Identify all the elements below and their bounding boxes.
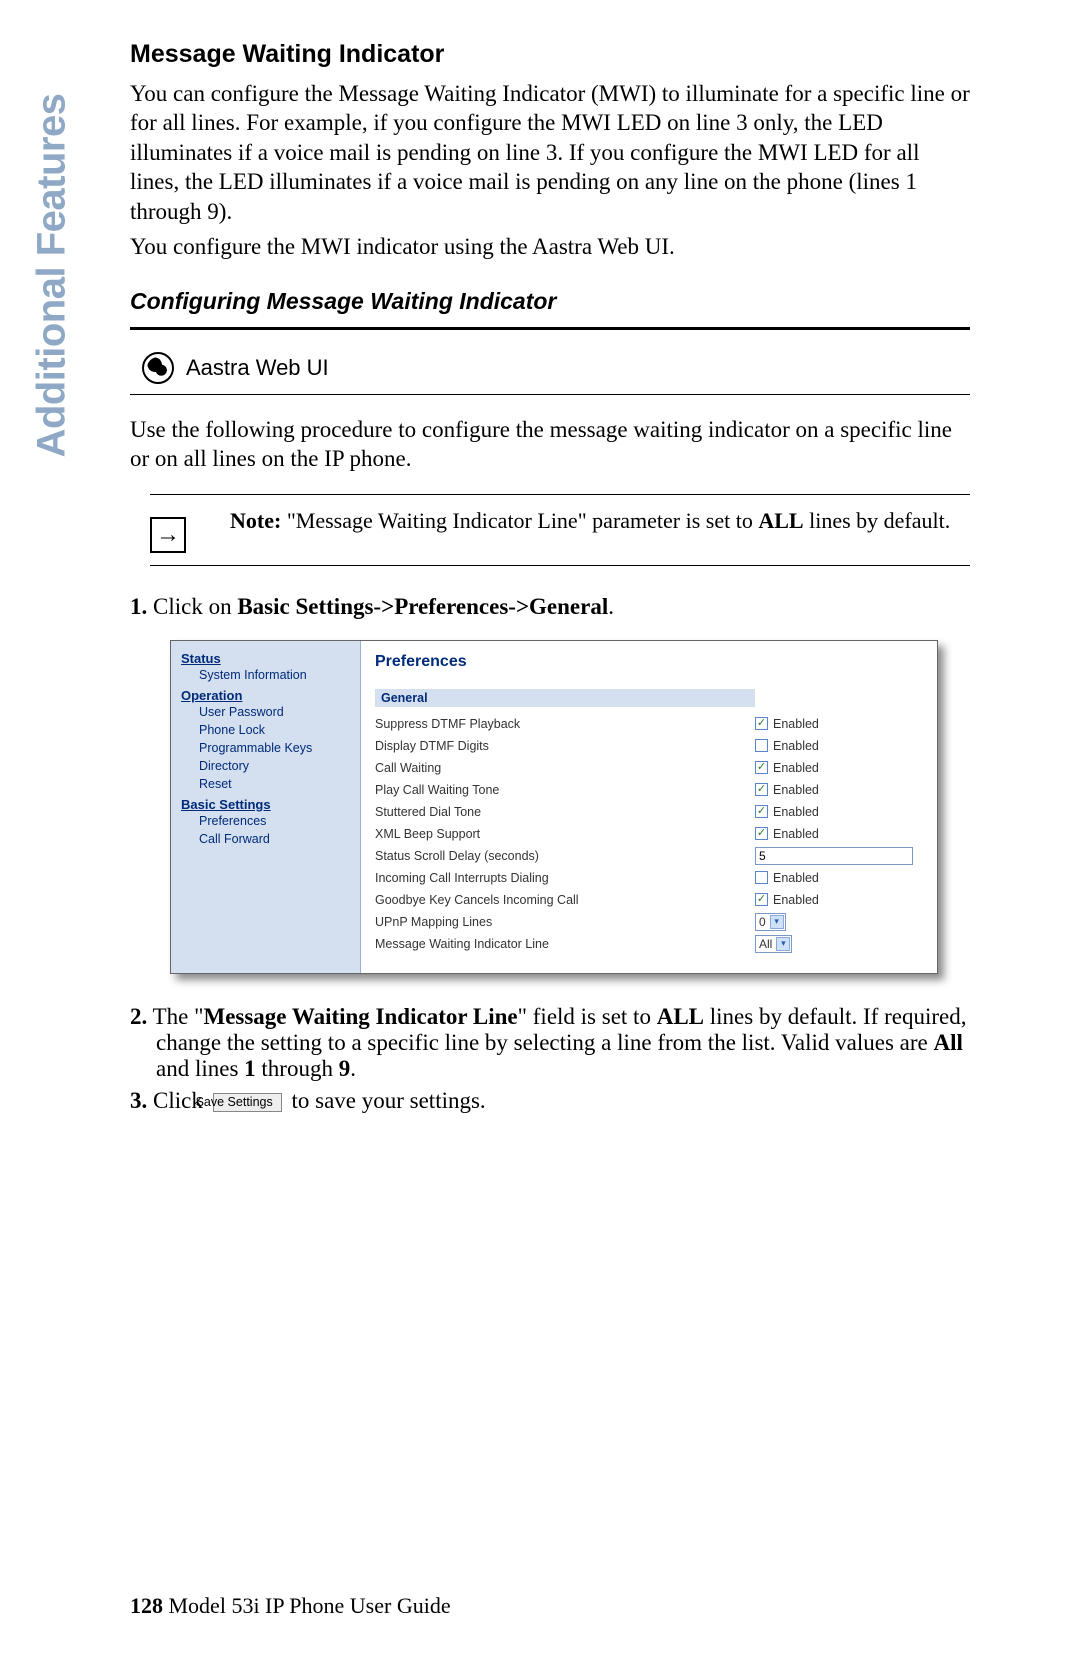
nav-item[interactable]: Programmable Keys: [181, 739, 354, 757]
chevron-down-icon: ▾: [770, 915, 784, 929]
select[interactable]: 0▾: [755, 913, 786, 931]
note-bold: ALL: [758, 508, 803, 533]
checkbox-label: Enabled: [773, 827, 819, 841]
checkbox[interactable]: ✓: [755, 717, 768, 730]
step-3: 3. Click Save Settings to save your sett…: [130, 1088, 970, 1114]
sub-heading: Configuring Message Waiting Indicator: [130, 288, 970, 315]
side-tab-label: Additional Features: [30, 93, 75, 457]
note-block: → Note: "Message Waiting Indicator Line"…: [150, 494, 970, 566]
pref-label: Incoming Call Interrupts Dialing: [375, 871, 755, 885]
nav-item[interactable]: Directory: [181, 757, 354, 775]
note-label: Note:: [230, 508, 281, 533]
nav-item[interactable]: Reset: [181, 775, 354, 793]
webui-row: Aastra Web UI: [130, 348, 970, 394]
chevron-down-icon: ▾: [776, 937, 790, 951]
nav-head-operation[interactable]: Operation: [181, 688, 354, 703]
pref-row: XML Beep Support✓ Enabled: [375, 823, 927, 845]
checkbox-label: Enabled: [773, 805, 819, 819]
pref-row: Display DTMF Digits Enabled: [375, 735, 927, 757]
footer: 128 Model 53i IP Phone User Guide: [130, 1593, 451, 1619]
pref-row: Stuttered Dial Tone✓ Enabled: [375, 801, 927, 823]
section-heading: Message Waiting Indicator: [130, 40, 970, 69]
note-after: lines by default.: [804, 508, 951, 533]
pref-label: Message Waiting Indicator Line: [375, 937, 755, 951]
pref-label: Goodbye Key Cancels Incoming Call: [375, 893, 755, 907]
side-tab: Additional Features: [22, 30, 82, 520]
pref-row: Play Call Waiting Tone✓ Enabled: [375, 779, 927, 801]
pref-row: Incoming Call Interrupts Dialing Enabled: [375, 867, 927, 889]
preferences-title: Preferences: [375, 653, 927, 671]
pref-label: Suppress DTMF Playback: [375, 717, 755, 731]
checkbox-label: Enabled: [773, 871, 819, 885]
save-settings-button[interactable]: Save Settings: [213, 1093, 282, 1112]
group-header: General: [375, 689, 755, 707]
pref-label: XML Beep Support: [375, 827, 755, 841]
nav-item[interactable]: Phone Lock: [181, 721, 354, 739]
pref-row: Goodbye Key Cancels Incoming Call✓ Enable…: [375, 889, 927, 911]
pref-row: Suppress DTMF Playback✓ Enabled: [375, 713, 927, 735]
nav-head-basic[interactable]: Basic Settings: [181, 797, 354, 812]
checkbox[interactable]: ✓: [755, 761, 768, 774]
paragraph-1: You can configure the Message Waiting In…: [130, 79, 970, 226]
checkbox[interactable]: [755, 871, 768, 884]
checkbox-label: Enabled: [773, 761, 819, 775]
preferences-screenshot: Status System Information Operation User…: [170, 640, 938, 974]
note-before: "Message Waiting Indicator Line" paramet…: [281, 508, 758, 533]
nav-head-status[interactable]: Status: [181, 651, 354, 666]
nav-item[interactable]: Preferences: [181, 812, 354, 830]
webui-label: Aastra Web UI: [186, 355, 329, 381]
checkbox-label: Enabled: [773, 893, 819, 907]
page-number: 128: [130, 1593, 163, 1618]
checkbox[interactable]: ✓: [755, 827, 768, 840]
checkbox-label: Enabled: [773, 739, 819, 753]
select[interactable]: All▾: [755, 935, 792, 953]
checkbox[interactable]: ✓: [755, 783, 768, 796]
nav-sidebar: Status System Information Operation User…: [171, 641, 361, 973]
checkbox[interactable]: [755, 739, 768, 752]
step-2: 2. The "Message Waiting Indicator Line" …: [130, 1004, 970, 1082]
step-1: 1. Click on Basic Settings->Preferences-…: [130, 594, 970, 620]
pref-row: Status Scroll Delay (seconds): [375, 845, 927, 867]
paragraph-2: You configure the MWI indicator using th…: [130, 232, 970, 261]
nav-item[interactable]: System Information: [181, 666, 354, 684]
pref-row: Call Waiting✓ Enabled: [375, 757, 927, 779]
arrow-icon: →: [150, 517, 186, 553]
checkbox-label: Enabled: [773, 783, 819, 797]
pref-label: Stuttered Dial Tone: [375, 805, 755, 819]
pref-label: Call Waiting: [375, 761, 755, 775]
rule-thin-bottom: [130, 394, 970, 395]
pref-label: Play Call Waiting Tone: [375, 783, 755, 797]
pref-label: Display DTMF Digits: [375, 739, 755, 753]
nav-item[interactable]: Call Forward: [181, 830, 354, 848]
pref-label: Status Scroll Delay (seconds): [375, 849, 755, 863]
checkbox-label: Enabled: [773, 717, 819, 731]
footer-title: Model 53i IP Phone User Guide: [163, 1593, 451, 1618]
pref-row: UPnP Mapping Lines0▾: [375, 911, 927, 933]
pref-label: UPnP Mapping Lines: [375, 915, 755, 929]
nav-item[interactable]: User Password: [181, 703, 354, 721]
intro-paragraph: Use the following procedure to configure…: [130, 415, 970, 474]
pref-row: Message Waiting Indicator LineAll▾: [375, 933, 927, 955]
preferences-panel: Preferences General Suppress DTMF Playba…: [361, 641, 937, 973]
rule-thick-top: [130, 327, 970, 330]
checkbox[interactable]: ✓: [755, 805, 768, 818]
text-input[interactable]: [755, 847, 913, 865]
checkbox[interactable]: ✓: [755, 893, 768, 906]
steps: 1. Click on Basic Settings->Preferences-…: [130, 594, 970, 1114]
note-text: Note: "Message Waiting Indicator Line" p…: [230, 507, 950, 536]
globe-icon: [142, 352, 174, 384]
